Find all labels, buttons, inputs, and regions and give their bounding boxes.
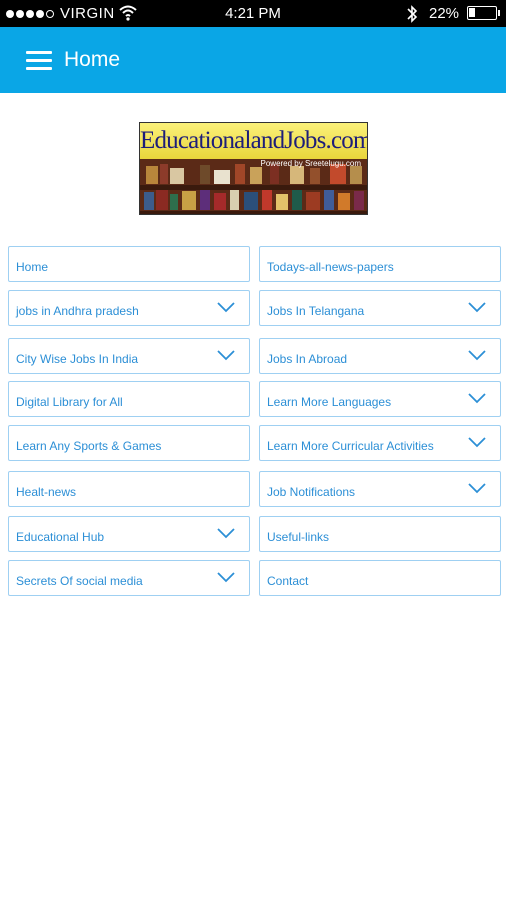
nav-item[interactable]: Jobs In Abroad bbox=[259, 338, 501, 374]
nav-item-label: Learn More Curricular Activities bbox=[267, 439, 434, 453]
nav-item-label: Home bbox=[16, 260, 49, 274]
nav-item[interactable]: Contact bbox=[259, 560, 501, 596]
chevron-down-icon[interactable] bbox=[467, 435, 487, 449]
nav-item-label: Useful-links bbox=[267, 530, 330, 544]
chevron-down-icon[interactable] bbox=[467, 348, 487, 362]
nav-item[interactable]: Learn More Curricular Activities bbox=[259, 425, 501, 461]
nav-item[interactable]: jobs in Andhra pradesh bbox=[8, 290, 250, 326]
page-title: Home bbox=[64, 48, 121, 71]
nav-item[interactable]: Healt-news bbox=[8, 471, 250, 507]
nav-item[interactable]: Job Notifications bbox=[259, 471, 501, 507]
nav-item[interactable]: Learn Any Sports & Games bbox=[8, 425, 250, 461]
chevron-down-icon[interactable] bbox=[216, 526, 236, 540]
nav-item[interactable]: Secrets Of social media bbox=[8, 560, 250, 596]
chevron-down-icon[interactable] bbox=[467, 300, 487, 314]
battery-icon bbox=[467, 6, 500, 20]
chevron-down-icon[interactable] bbox=[216, 348, 236, 362]
nav-item[interactable]: Learn More Languages bbox=[259, 381, 501, 417]
bluetooth-icon bbox=[407, 5, 418, 23]
logo-powered-by: Powered by Sreetelugu.com bbox=[260, 159, 362, 168]
nav-item[interactable]: Jobs In Telangana bbox=[259, 290, 501, 326]
nav-item[interactable]: Educational Hub bbox=[8, 516, 250, 552]
site-logo: EducationalandJobs.com Powered by Sreete… bbox=[139, 122, 368, 215]
chevron-down-icon[interactable] bbox=[467, 391, 487, 405]
hamburger-menu-icon[interactable] bbox=[26, 51, 52, 71]
nav-item[interactable]: Digital Library for All bbox=[8, 381, 250, 417]
nav-item-label: Healt-news bbox=[16, 485, 77, 499]
chevron-down-icon[interactable] bbox=[467, 481, 487, 495]
nav-item-label: Digital Library for All bbox=[16, 395, 123, 409]
chevron-down-icon[interactable] bbox=[216, 300, 236, 314]
battery-percent: 22% bbox=[429, 5, 460, 22]
app-bar: Home bbox=[0, 27, 506, 93]
nav-item-label: Jobs In Abroad bbox=[267, 352, 348, 366]
nav-item-label: Todays-all-news-papers bbox=[267, 260, 394, 274]
nav-item-label: Learn More Languages bbox=[267, 395, 392, 409]
nav-item[interactable]: Useful-links bbox=[259, 516, 501, 552]
nav-item[interactable]: Todays-all-news-papers bbox=[259, 246, 501, 282]
nav-item-label: Jobs In Telangana bbox=[267, 304, 365, 318]
nav-item-label: jobs in Andhra pradesh bbox=[16, 304, 139, 318]
nav-item-label: Secrets Of social media bbox=[16, 574, 143, 588]
nav-item-label: City Wise Jobs In India bbox=[16, 352, 139, 366]
logo-text: EducationalandJobs.com bbox=[140, 123, 367, 159]
nav-item-label: Learn Any Sports & Games bbox=[16, 439, 162, 453]
nav-item-label: Educational Hub bbox=[16, 530, 105, 544]
nav-item-label: Job Notifications bbox=[267, 485, 356, 499]
chevron-down-icon[interactable] bbox=[216, 570, 236, 584]
nav-item[interactable]: City Wise Jobs In India bbox=[8, 338, 250, 374]
nav-item[interactable]: Home bbox=[8, 246, 250, 282]
status-bar: VIRGIN 4:21 PM 22% bbox=[0, 0, 506, 27]
nav-item-label: Contact bbox=[267, 574, 309, 588]
